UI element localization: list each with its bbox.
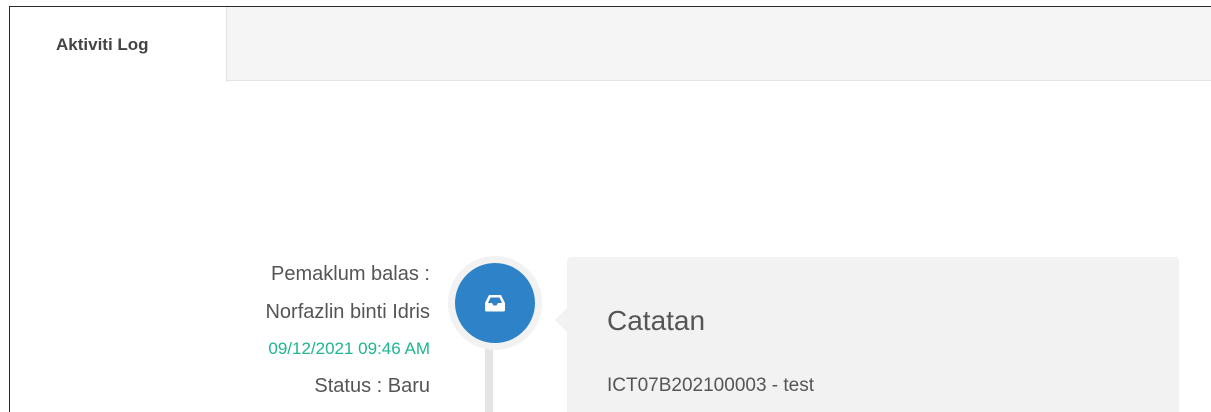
- timeline-badge-circle: [455, 263, 535, 343]
- timeline-card: Catatan ICT07B202100003 - test: [567, 257, 1179, 412]
- replied-by-label: Pemaklum balas :: [271, 263, 430, 285]
- entry-status: Status : Baru: [314, 375, 430, 397]
- tab-bar: Aktiviti Log: [10, 7, 1211, 82]
- card-title: Catatan: [607, 305, 706, 336]
- inbox-icon: [485, 295, 505, 312]
- tab-aktiviti-log[interactable]: Aktiviti Log: [10, 7, 227, 82]
- card-body: ICT07B202100003 - test: [607, 375, 815, 396]
- timeline-badge: [448, 256, 542, 350]
- replied-by-name: Norfazlin binti Idris: [265, 301, 430, 323]
- entry-datetime: 09/12/2021 09:46 AM: [268, 339, 430, 358]
